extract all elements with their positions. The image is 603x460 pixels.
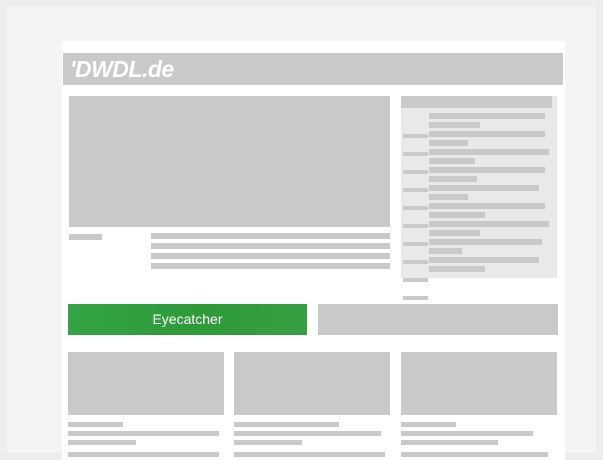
card-image-placeholder[interactable]	[68, 352, 224, 415]
ticker-headline-line[interactable]	[429, 266, 485, 272]
ticker-time-placeholder	[403, 170, 428, 174]
card-text-line	[68, 440, 136, 445]
ticker-time-placeholder	[403, 134, 428, 138]
ticker-headline-line[interactable]	[429, 203, 545, 209]
sidebar-header-placeholder	[401, 96, 552, 108]
ticker-time-placeholder	[403, 260, 428, 264]
page-mockup: 'DWDL.de Eyecatcher	[62, 41, 565, 460]
card-text-line	[401, 431, 533, 436]
card-text-line	[401, 440, 498, 445]
ticker-time-placeholder	[403, 242, 428, 246]
ticker-headline-line[interactable]	[429, 158, 475, 164]
ticker-headline-line[interactable]	[429, 140, 468, 146]
hero-image-placeholder[interactable]	[69, 96, 390, 227]
ticker-time-placeholder	[403, 188, 428, 192]
banner-placeholder[interactable]	[318, 304, 558, 335]
hero-text-line	[151, 243, 390, 249]
ticker-time-placeholder	[403, 152, 428, 156]
ticker-headline-line[interactable]	[429, 239, 542, 245]
ticker-headline-line[interactable]	[429, 212, 485, 218]
ticker-headline-line[interactable]	[429, 221, 549, 227]
ticker-headline-line[interactable]	[429, 113, 545, 119]
card-kicker-line	[401, 422, 456, 427]
ticker-headline-line[interactable]	[429, 257, 539, 263]
news-ticker-sidebar	[401, 96, 557, 300]
ticker-headline-line[interactable]	[429, 248, 462, 254]
site-header: 'DWDL.de	[63, 53, 563, 85]
hero-text-line	[151, 253, 390, 259]
ticker-headline-line[interactable]	[429, 149, 549, 155]
site-logo[interactable]: 'DWDL.de	[70, 55, 174, 83]
ticker-headline-line[interactable]	[429, 194, 468, 200]
ticker-headline-line[interactable]	[429, 176, 477, 182]
hero-kicker-placeholder	[69, 234, 102, 240]
hero-text-line	[151, 233, 390, 239]
card-text-line	[234, 431, 381, 436]
ticker-time-placeholder	[403, 224, 428, 228]
ticker-headline-line[interactable]	[429, 185, 539, 191]
card-text-line	[68, 431, 219, 436]
ticker-time-placeholder	[403, 278, 428, 282]
hero-text-line	[151, 263, 390, 269]
ticker-time-placeholder	[403, 296, 428, 300]
ticker-headline-line[interactable]	[429, 167, 545, 173]
ticker-headline-line[interactable]	[429, 230, 480, 236]
card-kicker-line	[68, 422, 123, 427]
card-kicker-line	[234, 422, 339, 427]
ticker-time-placeholder	[403, 206, 428, 210]
card-text-line	[234, 440, 302, 445]
outer-frame: 'DWDL.de Eyecatcher	[7, 7, 596, 460]
eyecatcher-button[interactable]: Eyecatcher	[68, 304, 307, 335]
ticker-headline-line[interactable]	[429, 122, 480, 128]
card-image-placeholder[interactable]	[234, 352, 390, 415]
card-image-placeholder[interactable]	[401, 352, 557, 415]
ticker-headline-line[interactable]	[429, 131, 545, 137]
